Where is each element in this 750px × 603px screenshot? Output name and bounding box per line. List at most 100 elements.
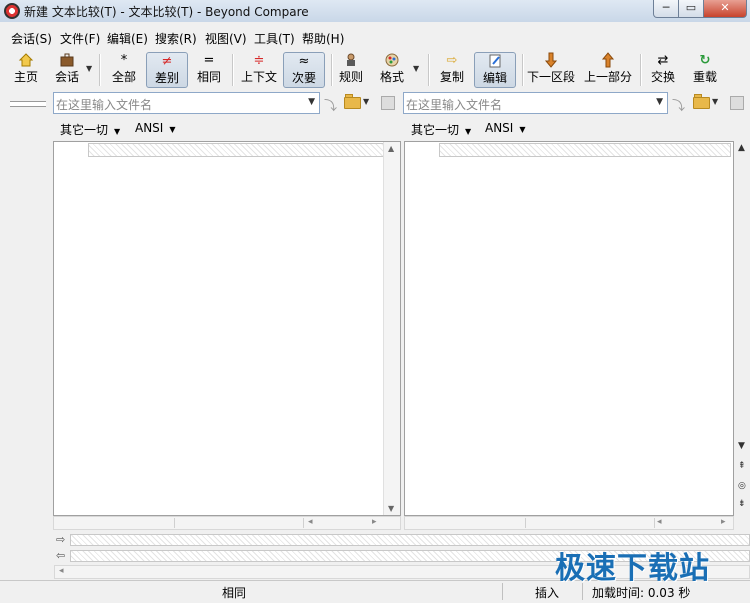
edit-button[interactable]: 编辑 [474,52,516,88]
home-button[interactable]: 主页 [10,52,42,88]
next-diff-icon[interactable]: ⇟ [738,499,746,509]
left-horizontal-scrollbar[interactable]: ◂ ▸ [53,516,401,530]
menu-session[interactable]: 会话(S) [11,30,52,47]
left-folder-icon[interactable] [344,94,361,109]
context-button[interactable]: ≑ 上下文 [240,52,278,88]
left-arrow-icon: ⇦ [56,549,66,562]
right-text-pane[interactable] [404,141,734,516]
up-arrow-icon [584,52,632,70]
minimize-button[interactable]: ─ [653,0,679,18]
menu-file[interactable]: 文件(F) [60,30,100,47]
format-dropdown-arrow-icon[interactable]: ▼ [413,64,419,73]
session-button[interactable]: 会话 [51,52,83,88]
show-same-button[interactable]: = 相同 [193,52,225,88]
toolbar-separator [428,54,430,86]
prev-diff-icon[interactable]: ⇞ [738,461,746,471]
menu-view[interactable]: 视图(V) [205,30,247,47]
home-icon [10,52,42,70]
toolbar: 主页 会话 ▼ * 全部 ≠ 差别 = 相同 ≑ 上下文 ≈ 次要 规则 格式 … [0,48,750,90]
right-format-select[interactable]: 其它一切 ▼ [411,121,471,138]
approx-icon: ≈ [298,54,310,69]
left-gutter [0,92,52,578]
menu-help[interactable]: 帮助(H) [302,30,344,47]
format-icon [378,52,406,70]
session-dropdown-arrow-icon[interactable]: ▼ [86,64,92,73]
menu-tools[interactable]: 工具(T) [254,30,295,47]
show-all-button[interactable]: * 全部 [108,52,140,88]
right-ruler [439,143,731,157]
asterisk-icon: * [120,53,128,68]
not-equal-icon: ≠ [161,54,173,69]
menu-edit[interactable]: 编辑(E) [107,30,148,47]
left-path-dropdown-icon[interactable]: ▼ [308,97,315,107]
edit-icon [475,53,515,71]
scroll-segment [405,518,526,528]
left-path-input[interactable]: 在这里输入文件名 ▼ [53,92,320,114]
right-path-input[interactable]: 在这里输入文件名 ▼ [403,92,668,114]
next-section-button[interactable]: 下一区段 [527,52,575,88]
watermark-logo: 极速下载站 [555,551,710,586]
toolbar-separator [640,54,642,86]
down-arrow-icon [527,52,575,70]
scroll-left-icon[interactable]: ◂ [308,517,313,527]
left-vertical-scrollbar[interactable]: ▲ ▼ [383,142,400,515]
left-history-arrow-icon[interactable]: ⤵ [324,95,337,114]
copy-arrow-icon: ⇨ [446,53,458,68]
chevron-down-icon: ▼ [465,127,472,136]
reload-icon: ↻ [699,53,711,68]
copy-button[interactable]: ⇨ 复制 [437,52,467,88]
close-button[interactable]: ✕ [703,0,747,18]
left-text-pane[interactable]: ▲ ▼ [53,141,401,516]
right-folder-dropdown-icon[interactable]: ▼ [712,97,718,106]
scroll-left-icon[interactable]: ◂ [657,517,662,527]
right-history-arrow-icon[interactable]: ⤵ [672,95,685,114]
left-encoding-select[interactable]: ANSI ▼ [135,121,176,135]
prev-section-button[interactable]: 上一部分 [584,52,632,88]
left-save-icon[interactable] [381,96,395,110]
scroll-right-icon[interactable]: ▸ [721,517,726,527]
maximize-button[interactable]: ▭ [678,0,704,18]
chevron-down-icon: ▼ [114,127,121,136]
right-folder-icon[interactable] [693,94,710,109]
scroll-up-icon[interactable]: ▲ [738,143,745,153]
right-save-icon[interactable] [730,96,744,110]
left-format-select[interactable]: 其它一切 ▼ [60,121,120,138]
scroll-down-icon[interactable]: ▼ [388,504,394,513]
show-diff-button[interactable]: ≠ 差别 [146,52,188,88]
format-button[interactable]: 格式 [378,52,406,88]
rules-icon [337,52,365,70]
scroll-down-icon[interactable]: ▼ [738,441,745,451]
scroll-right-icon[interactable]: ▸ [372,517,377,527]
chevron-down-icon: ▼ [519,125,526,134]
right-path-dropdown-icon[interactable]: ▼ [656,97,663,107]
toolbar-separator [99,54,101,86]
menu-bar: 会话(S) 文件(F) 编辑(E) 搜索(R) 视图(V) 工具(T) 帮助(H… [0,27,750,47]
left-folder-dropdown-icon[interactable]: ▼ [363,97,369,106]
toolbar-separator [522,54,524,86]
right-horizontal-scrollbar[interactable]: ◂ ▸ [404,516,734,530]
scroll-up-icon[interactable]: ▲ [388,144,394,153]
scroll-segment [54,518,175,528]
scroll-segment [175,518,304,528]
status-separator [502,583,503,600]
briefcase-icon [51,52,83,70]
scroll-segment [526,518,655,528]
right-encoding-select[interactable]: ANSI ▼ [485,121,526,135]
swap-button[interactable]: ⇄ 交换 [648,52,678,88]
right-navigation-column: ▲ ▼ ⇞ ◎ ⇟ [734,141,750,516]
right-arrow-icon: ⇨ [56,533,66,546]
app-icon [4,3,20,19]
rules-button[interactable]: 规则 [337,52,365,88]
status-compare-result: 相同 [222,586,247,600]
thumbnail-bar[interactable] [10,101,46,107]
current-diff-icon[interactable]: ◎ [738,481,746,491]
chevron-down-icon: ▼ [169,125,176,134]
menu-search[interactable]: 搜索(R) [155,30,197,47]
reload-button[interactable]: ↻ 重载 [690,52,720,88]
title-bar: 新建 文本比较(T) - 文本比较(T) - Beyond Compare ─ … [0,0,750,22]
toolbar-separator [232,54,234,86]
minor-button[interactable]: ≈ 次要 [283,52,325,88]
context-icon: ≑ [253,53,265,68]
equals-icon: = [203,53,215,68]
scroll-left-icon[interactable]: ◂ [59,566,64,576]
